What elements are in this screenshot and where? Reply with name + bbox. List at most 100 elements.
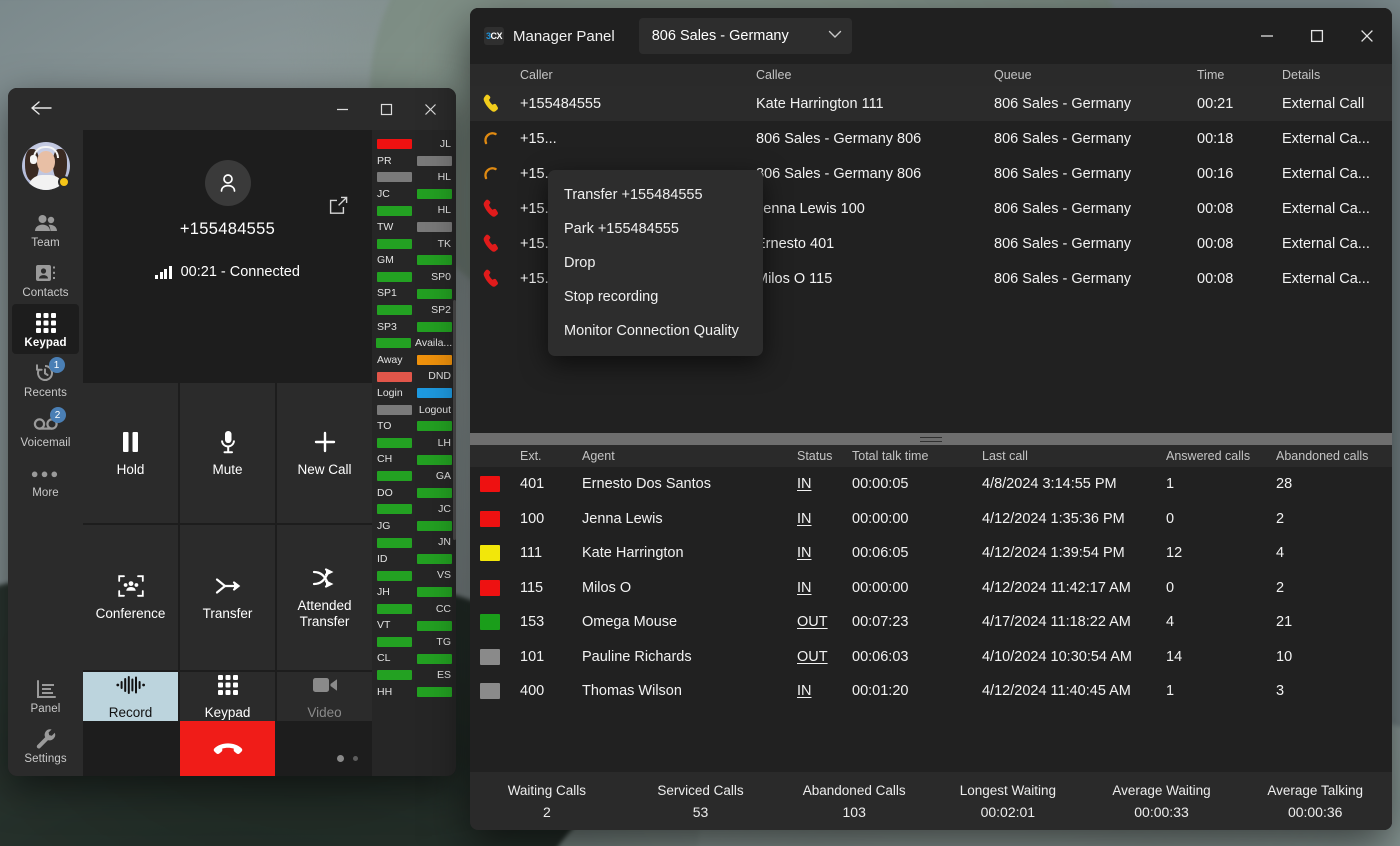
calls-col-callee[interactable]: Callee xyxy=(750,68,988,82)
blf-cell[interactable]: HH xyxy=(376,687,412,698)
agents-col-abandoned[interactable]: Abandoned calls xyxy=(1270,449,1392,463)
sidebar-item-recents[interactable]: 1 Recents xyxy=(12,354,79,404)
blf-cell[interactable]: HL xyxy=(416,172,452,183)
agent-status[interactable]: IN xyxy=(791,511,846,527)
sidebar-item-voicemail[interactable]: 2 Voicemail xyxy=(12,404,79,454)
mute-button[interactable]: Mute xyxy=(180,383,275,523)
blf-cell[interactable] xyxy=(416,521,452,531)
blf-cell[interactable] xyxy=(376,172,412,182)
agent-row[interactable]: 401Ernesto Dos SantosIN00:00:054/8/2024 … xyxy=(470,467,1392,502)
call-row[interactable]: +15...806 Sales - Germany 806806 Sales -… xyxy=(470,121,1392,156)
blf-cell[interactable] xyxy=(376,305,412,315)
blf-cell[interactable] xyxy=(376,471,412,481)
hangup-button[interactable] xyxy=(180,721,275,776)
blf-cell[interactable]: VT xyxy=(376,620,412,631)
blf-cell[interactable] xyxy=(416,654,452,664)
new-call-button[interactable]: New Call xyxy=(277,383,372,523)
blf-cell[interactable]: DND xyxy=(416,371,452,382)
blf-cell[interactable]: ID xyxy=(376,554,412,565)
blf-cell[interactable]: Logout xyxy=(416,405,452,416)
blf-cell[interactable] xyxy=(416,156,452,166)
blf-cell[interactable] xyxy=(376,272,412,282)
agent-status[interactable]: IN xyxy=(791,545,846,561)
blf-cell[interactable] xyxy=(416,222,452,232)
agent-status[interactable]: IN xyxy=(791,476,846,492)
agent-row[interactable]: 115Milos OIN00:00:004/12/2024 11:42:17 A… xyxy=(470,571,1392,606)
blf-cell[interactable] xyxy=(416,687,452,697)
context-menu-item[interactable]: Drop xyxy=(548,246,763,280)
blf-cell[interactable]: SP0 xyxy=(416,272,452,283)
agent-row[interactable]: 153Omega MouseOUT00:07:234/17/2024 11:18… xyxy=(470,605,1392,640)
blf-cell[interactable]: PR xyxy=(376,156,412,167)
context-menu-item[interactable]: Park +155484555 xyxy=(548,212,763,246)
blf-cell[interactable] xyxy=(376,670,412,680)
blf-cell[interactable]: ES xyxy=(416,670,452,681)
agent-status[interactable]: IN xyxy=(791,580,846,596)
avatar[interactable] xyxy=(22,142,70,190)
blf-cell[interactable]: JL xyxy=(416,139,452,150)
blf-cell[interactable] xyxy=(416,355,452,365)
blf-cell[interactable]: CH xyxy=(376,454,412,465)
blf-cell[interactable]: CC xyxy=(416,604,452,615)
blf-cell[interactable]: VS xyxy=(416,570,452,581)
calls-col-details[interactable]: Details xyxy=(1276,68,1392,82)
blf-cell[interactable]: CL xyxy=(376,653,412,664)
minimize-icon[interactable] xyxy=(320,88,364,130)
agents-col-talk-time[interactable]: Total talk time xyxy=(846,449,976,463)
blf-scrollbar[interactable] xyxy=(453,300,456,540)
blf-cell[interactable] xyxy=(416,621,452,631)
agents-col-status[interactable]: Status xyxy=(791,449,846,463)
keypad-button[interactable]: Keypad xyxy=(180,672,275,721)
calls-col-time[interactable]: Time xyxy=(1191,68,1276,82)
panel-splitter[interactable] xyxy=(470,433,1392,445)
calls-col-caller[interactable]: Caller xyxy=(514,68,750,82)
agent-row[interactable]: 111Kate HarringtonIN00:06:054/12/2024 1:… xyxy=(470,536,1392,571)
agent-row[interactable]: 400Thomas WilsonIN00:01:204/12/2024 11:4… xyxy=(470,674,1392,709)
page-indicator-dots[interactable] xyxy=(337,755,358,762)
blf-cell[interactable]: JC xyxy=(376,189,412,200)
blf-cell[interactable]: JH xyxy=(376,587,412,598)
sidebar-item-keypad[interactable]: Keypad xyxy=(12,304,79,354)
attended-transfer-button[interactable]: Attended Transfer xyxy=(277,525,372,670)
minimize-icon[interactable] xyxy=(1242,8,1292,64)
blf-cell[interactable] xyxy=(376,538,412,548)
blf-cell[interactable] xyxy=(376,239,412,249)
agents-col-agent[interactable]: Agent xyxy=(576,449,791,463)
blf-cell[interactable] xyxy=(416,255,452,265)
blf-cell[interactable] xyxy=(416,388,452,398)
blf-cell[interactable]: SP2 xyxy=(416,305,452,316)
blf-cell[interactable] xyxy=(376,438,412,448)
queue-selector-dropdown[interactable]: 806 Sales - Germany xyxy=(639,18,852,54)
video-button[interactable]: Video xyxy=(277,672,372,721)
back-arrow-icon[interactable] xyxy=(30,99,52,120)
blf-cell[interactable]: GM xyxy=(376,255,412,266)
blf-cell[interactable] xyxy=(416,421,452,431)
close-icon[interactable] xyxy=(1342,8,1392,64)
blf-cell[interactable] xyxy=(376,139,412,149)
blf-cell[interactable]: TW xyxy=(376,222,412,233)
sidebar-item-team[interactable]: Team xyxy=(12,204,79,254)
sidebar-item-panel[interactable]: Panel xyxy=(12,670,79,720)
blf-cell[interactable] xyxy=(416,455,452,465)
conference-button[interactable]: Conference xyxy=(83,525,178,670)
sidebar-item-more[interactable]: ●●● More xyxy=(12,454,79,504)
blf-cell[interactable]: Away xyxy=(376,355,412,366)
maximize-icon[interactable] xyxy=(1292,8,1342,64)
blf-cell[interactable]: TO xyxy=(376,421,412,432)
blf-cell[interactable]: TK xyxy=(416,239,452,250)
blf-cell[interactable] xyxy=(376,604,412,614)
sidebar-item-contacts[interactable]: Contacts xyxy=(12,254,79,304)
blf-cell[interactable]: JN xyxy=(416,537,452,548)
blf-cell[interactable]: GA xyxy=(416,471,452,482)
blf-cell[interactable]: SP3 xyxy=(376,322,412,333)
blf-cell[interactable]: Availa... xyxy=(415,338,452,349)
agent-status[interactable]: IN xyxy=(791,683,846,699)
blf-cell[interactable] xyxy=(416,488,452,498)
blf-cell[interactable]: SP1 xyxy=(376,288,412,299)
agents-col-last-call[interactable]: Last call xyxy=(976,449,1160,463)
context-menu-item[interactable]: Monitor Connection Quality xyxy=(548,314,763,348)
agent-row[interactable]: 100Jenna LewisIN00:00:004/12/2024 1:35:3… xyxy=(470,502,1392,537)
blf-cell[interactable] xyxy=(376,637,412,647)
blf-cell[interactable] xyxy=(376,504,412,514)
record-button[interactable]: Record xyxy=(83,672,178,721)
